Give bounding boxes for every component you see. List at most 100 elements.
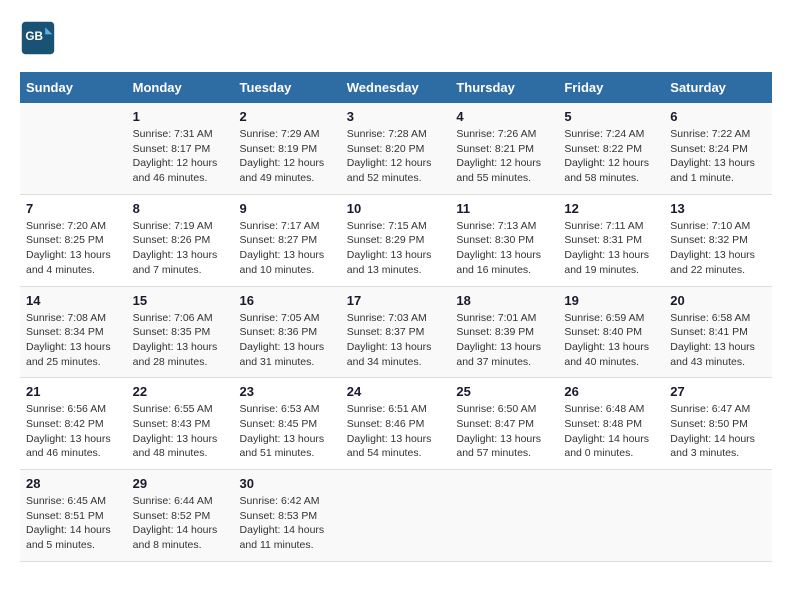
- column-header-monday: Monday: [127, 72, 234, 103]
- day-info: Sunrise: 6:53 AM Sunset: 8:45 PM Dayligh…: [240, 402, 335, 461]
- page-header: GB: [20, 20, 772, 56]
- day-cell: 19 Sunrise: 6:59 AM Sunset: 8:40 PM Dayli…: [558, 286, 664, 378]
- day-number: 28: [26, 476, 121, 491]
- header-row: SundayMondayTuesdayWednesdayThursdayFrid…: [20, 72, 772, 103]
- svg-text:GB: GB: [25, 30, 43, 43]
- day-cell: 11 Sunrise: 7:13 AM Sunset: 8:30 PM Dayli…: [450, 194, 558, 286]
- day-number: 10: [347, 201, 445, 216]
- day-cell: [664, 470, 772, 562]
- day-cell: [450, 470, 558, 562]
- calendar-table: SundayMondayTuesdayWednesdayThursdayFrid…: [20, 72, 772, 562]
- day-cell: [558, 470, 664, 562]
- day-number: 25: [456, 384, 552, 399]
- day-cell: 27Sunrise: 6:47 AM Sunset: 8:50 PM Dayli…: [664, 378, 772, 470]
- day-number: 15: [133, 293, 228, 308]
- day-cell: [341, 470, 451, 562]
- day-cell: 17 Sunrise: 7:03 AM Sunset: 8:37 PM Dayli…: [341, 286, 451, 378]
- day-cell: 22Sunrise: 6:55 AM Sunset: 8:43 PM Dayli…: [127, 378, 234, 470]
- column-header-saturday: Saturday: [664, 72, 772, 103]
- day-cell: 9Sunrise: 7:17 AM Sunset: 8:27 PM Daylig…: [234, 194, 341, 286]
- week-row-1: 1 Sunrise: 7:31 AM Sunset: 8:17 PM Daylig…: [20, 103, 772, 194]
- day-number: 29: [133, 476, 228, 491]
- day-info: Sunrise: 7:01 AM Sunset: 8:39 PM Dayligh…: [456, 311, 552, 370]
- day-number: 13: [670, 201, 766, 216]
- day-number: 7: [26, 201, 121, 216]
- day-info: Sunrise: 6:56 AM Sunset: 8:42 PM Dayligh…: [26, 402, 121, 461]
- column-header-thursday: Thursday: [450, 72, 558, 103]
- day-cell: 14Sunrise: 7:08 AM Sunset: 8:34 PM Dayli…: [20, 286, 127, 378]
- day-cell: 4Sunrise: 7:26 AM Sunset: 8:21 PM Daylig…: [450, 103, 558, 194]
- day-info: Sunrise: 7:13 AM Sunset: 8:30 PM Dayligh…: [456, 219, 552, 278]
- day-number: 23: [240, 384, 335, 399]
- day-info: Sunrise: 7:31 AM Sunset: 8:17 PM Dayligh…: [133, 127, 228, 186]
- day-number: 11: [456, 201, 552, 216]
- day-cell: 13 Sunrise: 7:10 AM Sunset: 8:32 PM Dayli…: [664, 194, 772, 286]
- week-row-4: 21 Sunrise: 6:56 AM Sunset: 8:42 PM Dayli…: [20, 378, 772, 470]
- day-number: 17: [347, 293, 445, 308]
- week-row-3: 14Sunrise: 7:08 AM Sunset: 8:34 PM Dayli…: [20, 286, 772, 378]
- day-info: Sunrise: 6:42 AM Sunset: 8:53 PM Dayligh…: [240, 494, 335, 553]
- day-cell: 21 Sunrise: 6:56 AM Sunset: 8:42 PM Dayli…: [20, 378, 127, 470]
- day-number: 3: [347, 109, 445, 124]
- day-info: Sunrise: 7:20 AM Sunset: 8:25 PM Dayligh…: [26, 219, 121, 278]
- day-cell: 20 Sunrise: 6:58 AM Sunset: 8:41 PM Dayli…: [664, 286, 772, 378]
- day-info: Sunrise: 6:50 AM Sunset: 8:47 PM Dayligh…: [456, 402, 552, 461]
- column-header-wednesday: Wednesday: [341, 72, 451, 103]
- day-cell: 2 Sunrise: 7:29 AM Sunset: 8:19 PM Daylig…: [234, 103, 341, 194]
- day-info: Sunrise: 6:44 AM Sunset: 8:52 PM Dayligh…: [133, 494, 228, 553]
- day-info: Sunrise: 7:15 AM Sunset: 8:29 PM Dayligh…: [347, 219, 445, 278]
- week-row-2: 7 Sunrise: 7:20 AM Sunset: 8:25 PM Daylig…: [20, 194, 772, 286]
- day-number: 30: [240, 476, 335, 491]
- day-number: 16: [240, 293, 335, 308]
- day-cell: 28 Sunrise: 6:45 AM Sunset: 8:51 PM Dayli…: [20, 470, 127, 562]
- day-cell: 1 Sunrise: 7:31 AM Sunset: 8:17 PM Daylig…: [127, 103, 234, 194]
- day-info: Sunrise: 7:05 AM Sunset: 8:36 PM Dayligh…: [240, 311, 335, 370]
- day-cell: 23 Sunrise: 6:53 AM Sunset: 8:45 PM Dayli…: [234, 378, 341, 470]
- day-info: Sunrise: 6:47 AM Sunset: 8:50 PM Dayligh…: [670, 402, 766, 461]
- day-cell: 12Sunrise: 7:11 AM Sunset: 8:31 PM Dayli…: [558, 194, 664, 286]
- day-info: Sunrise: 7:24 AM Sunset: 8:22 PM Dayligh…: [564, 127, 658, 186]
- logo-icon: GB: [20, 20, 56, 56]
- day-cell: 29 Sunrise: 6:44 AM Sunset: 8:52 PM Dayli…: [127, 470, 234, 562]
- day-cell: 3 Sunrise: 7:28 AM Sunset: 8:20 PM Daylig…: [341, 103, 451, 194]
- day-number: 18: [456, 293, 552, 308]
- day-number: 21: [26, 384, 121, 399]
- day-info: Sunrise: 7:08 AM Sunset: 8:34 PM Dayligh…: [26, 311, 121, 370]
- day-number: 5: [564, 109, 658, 124]
- day-info: Sunrise: 7:10 AM Sunset: 8:32 PM Dayligh…: [670, 219, 766, 278]
- day-info: Sunrise: 7:06 AM Sunset: 8:35 PM Dayligh…: [133, 311, 228, 370]
- day-number: 12: [564, 201, 658, 216]
- day-info: Sunrise: 7:29 AM Sunset: 8:19 PM Dayligh…: [240, 127, 335, 186]
- week-row-5: 28 Sunrise: 6:45 AM Sunset: 8:51 PM Dayli…: [20, 470, 772, 562]
- day-info: Sunrise: 6:48 AM Sunset: 8:48 PM Dayligh…: [564, 402, 658, 461]
- day-cell: 8Sunrise: 7:19 AM Sunset: 8:26 PM Daylig…: [127, 194, 234, 286]
- day-info: Sunrise: 7:17 AM Sunset: 8:27 PM Dayligh…: [240, 219, 335, 278]
- day-info: Sunrise: 6:58 AM Sunset: 8:41 PM Dayligh…: [670, 311, 766, 370]
- day-number: 1: [133, 109, 228, 124]
- day-info: Sunrise: 7:03 AM Sunset: 8:37 PM Dayligh…: [347, 311, 445, 370]
- day-cell: 5 Sunrise: 7:24 AM Sunset: 8:22 PM Daylig…: [558, 103, 664, 194]
- day-info: Sunrise: 6:59 AM Sunset: 8:40 PM Dayligh…: [564, 311, 658, 370]
- day-cell: 6Sunrise: 7:22 AM Sunset: 8:24 PM Daylig…: [664, 103, 772, 194]
- day-info: Sunrise: 7:19 AM Sunset: 8:26 PM Dayligh…: [133, 219, 228, 278]
- day-number: 19: [564, 293, 658, 308]
- day-number: 20: [670, 293, 766, 308]
- column-header-friday: Friday: [558, 72, 664, 103]
- day-cell: 18 Sunrise: 7:01 AM Sunset: 8:39 PM Dayli…: [450, 286, 558, 378]
- day-cell: 7 Sunrise: 7:20 AM Sunset: 8:25 PM Daylig…: [20, 194, 127, 286]
- day-number: 24: [347, 384, 445, 399]
- logo: GB: [20, 20, 62, 56]
- day-number: 2: [240, 109, 335, 124]
- day-cell: 10 Sunrise: 7:15 AM Sunset: 8:29 PM Dayli…: [341, 194, 451, 286]
- day-info: Sunrise: 6:45 AM Sunset: 8:51 PM Dayligh…: [26, 494, 121, 553]
- day-cell: 15 Sunrise: 7:06 AM Sunset: 8:35 PM Dayli…: [127, 286, 234, 378]
- day-number: 22: [133, 384, 228, 399]
- day-cell: 24 Sunrise: 6:51 AM Sunset: 8:46 PM Dayli…: [341, 378, 451, 470]
- day-cell: 16 Sunrise: 7:05 AM Sunset: 8:36 PM Dayli…: [234, 286, 341, 378]
- day-info: Sunrise: 6:51 AM Sunset: 8:46 PM Dayligh…: [347, 402, 445, 461]
- day-cell: 30 Sunrise: 6:42 AM Sunset: 8:53 PM Dayli…: [234, 470, 341, 562]
- day-cell: 26 Sunrise: 6:48 AM Sunset: 8:48 PM Dayli…: [558, 378, 664, 470]
- day-cell: 25 Sunrise: 6:50 AM Sunset: 8:47 PM Dayli…: [450, 378, 558, 470]
- day-number: 26: [564, 384, 658, 399]
- day-info: Sunrise: 7:28 AM Sunset: 8:20 PM Dayligh…: [347, 127, 445, 186]
